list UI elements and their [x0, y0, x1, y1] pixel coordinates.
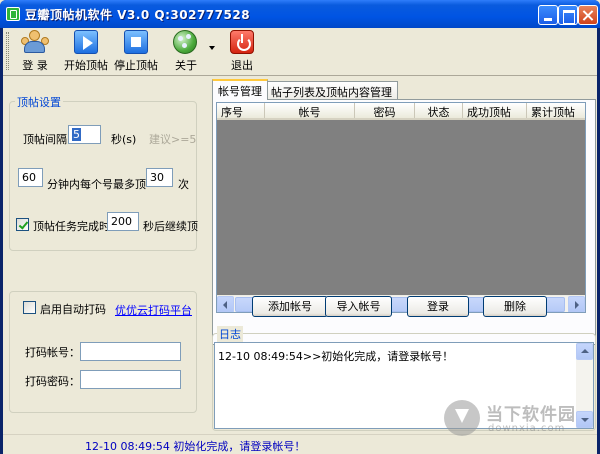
account-list[interactable]: 序号 帐号 密码 状态 成功顶帖 累计顶帖 — [216, 102, 586, 313]
import-account-button[interactable]: 导入帐号 — [325, 296, 392, 317]
app-icon — [6, 7, 20, 21]
column-header-index[interactable]: 序号 — [217, 103, 265, 118]
exit-tool-label: 退出 — [231, 59, 253, 72]
delete-account-button[interactable]: 删除 — [483, 296, 547, 317]
captcha-password-input[interactable] — [80, 370, 181, 389]
scroll-up-arrow-icon[interactable] — [576, 343, 593, 360]
users-icon — [21, 30, 49, 54]
watermark-subtext: downxia.com — [488, 423, 566, 434]
minimize-button[interactable] — [538, 5, 558, 25]
settings-group-title: 顶帖设置 — [15, 94, 63, 110]
interval-label: 顶帖间隔 — [23, 133, 67, 146]
continue-seconds-input[interactable]: 200 — [107, 212, 139, 231]
stop-icon — [124, 30, 148, 54]
about-dropdown-arrow-icon[interactable] — [209, 46, 215, 50]
max-times-input[interactable]: 30 — [146, 168, 173, 187]
times-unit: 次 — [178, 178, 189, 191]
column-header-password[interactable]: 密码 — [355, 103, 415, 118]
interval-input[interactable]: 5 — [68, 125, 101, 144]
maximize-button[interactable] — [558, 5, 578, 25]
play-icon — [74, 30, 98, 54]
watermark-text: 当下软件园 — [486, 405, 576, 425]
status-text: 12-10 08:49:54 初始化完成，请登录帐号！ — [85, 440, 306, 453]
captcha-account-label: 打码帐号： — [25, 346, 80, 359]
toolbar: 登 录 开始顶帖 停止顶帖 关于 退出 — [3, 28, 597, 76]
column-header-total[interactable]: 累计顶帖 — [527, 103, 585, 118]
window-title: 豆瓣顶帖机软件 V3.0 Q:302777528 — [25, 8, 251, 22]
login-account-button[interactable]: 登录 — [407, 296, 469, 317]
captcha-account-input[interactable] — [80, 342, 181, 361]
account-list-header: 序号 帐号 密码 状态 成功顶帖 累计顶帖 — [217, 103, 585, 120]
interval-unit: 秒(s) — [111, 133, 137, 146]
about-tool-button[interactable]: 关于 — [169, 30, 203, 74]
column-header-status[interactable]: 状态 — [415, 103, 463, 118]
log-group-title: 日志 — [217, 326, 243, 342]
client-area: 登 录 开始顶帖 停止顶帖 关于 退出 顶帖设置 顶帖间隔 5 秒(s) 建议>… — [3, 28, 597, 454]
login-tool-button[interactable]: 登 录 — [15, 30, 55, 74]
continue-label: 顶帖任务完成时 — [33, 220, 110, 233]
watermark: 当下软件园 downxia.com — [444, 398, 594, 442]
toolbar-grip[interactable] — [6, 32, 9, 70]
close-button[interactable] — [578, 5, 598, 25]
continue-suffix: 秒后继续顶 — [143, 220, 198, 233]
start-tool-button[interactable]: 开始顶帖 — [63, 30, 109, 74]
captcha-platform-link[interactable]: 优优云打码平台 — [115, 302, 192, 318]
scroll-left-arrow-icon[interactable] — [217, 296, 234, 312]
download-arrow-icon — [444, 400, 480, 436]
globe-icon — [173, 30, 199, 54]
continue-checkbox[interactable] — [16, 218, 29, 231]
login-tool-label: 登 录 — [22, 59, 48, 72]
title-bar[interactable]: 豆瓣顶帖机软件 V3.0 Q:302777528 — [0, 0, 600, 28]
interval-hint: 建议>=5 — [149, 133, 197, 146]
minutes-input[interactable]: 60 — [18, 168, 43, 187]
stop-tool-label: 停止顶帖 — [114, 59, 158, 72]
interval-value: 5 — [72, 128, 81, 141]
app-window: 豆瓣顶帖机软件 V3.0 Q:302777528 登 录 开始顶帖 停止顶帖 关… — [0, 0, 600, 454]
auto-captcha-label: 启用自动打码 — [40, 303, 106, 316]
scroll-right-arrow-icon[interactable] — [568, 296, 585, 312]
tab-post-management[interactable]: 帖子列表及顶帖内容管理 — [265, 81, 398, 100]
log-line: 12-10 08:49:54>>初始化完成，请登录帐号！ — [218, 350, 454, 363]
column-header-success[interactable]: 成功顶帖 — [463, 103, 527, 118]
add-account-button[interactable]: 添加帐号 — [252, 296, 328, 317]
auto-captcha-checkbox[interactable] — [23, 301, 36, 314]
captcha-password-label: 打码密码： — [25, 375, 80, 388]
start-tool-label: 开始顶帖 — [64, 59, 108, 72]
tab-account-management[interactable]: 帐号管理 — [212, 79, 268, 100]
column-header-account[interactable]: 帐号 — [265, 103, 355, 118]
stop-tool-button[interactable]: 停止顶帖 — [113, 30, 159, 74]
per-account-label: 分钟内每个号最多顶 — [47, 178, 146, 191]
exit-tool-button[interactable]: 退出 — [227, 30, 257, 74]
power-icon — [230, 30, 254, 54]
about-tool-label: 关于 — [175, 59, 197, 72]
